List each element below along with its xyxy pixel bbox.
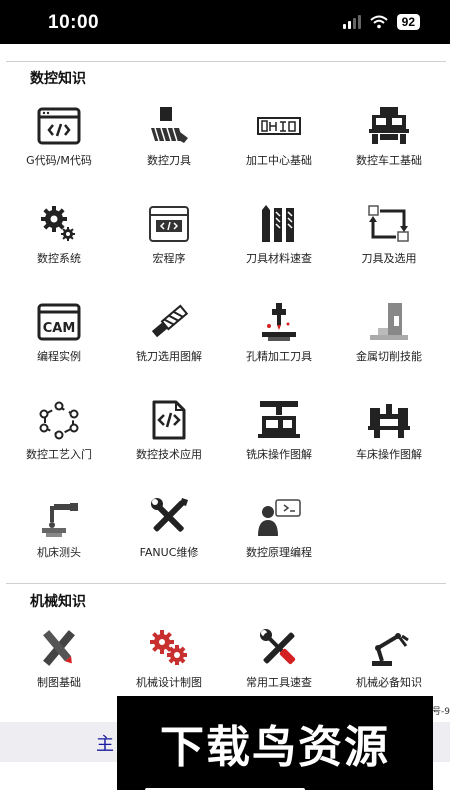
grid-item-label: 车床操作图解 <box>356 448 422 461</box>
grid-item-label: 数控刀具 <box>147 154 191 167</box>
grid-item-fanuc-repair[interactable]: FANUC维修 <box>114 498 224 596</box>
cam-window-icon: CAM <box>36 302 82 342</box>
grid-item-drafting-basics[interactable]: 制图基础 <box>4 628 114 726</box>
signal-icon <box>342 15 361 29</box>
grid-item-label: 刀具材料速查 <box>246 252 312 265</box>
grid-item-label: 常用工具速查 <box>246 676 312 689</box>
grid-item-label: 铣刀选用图解 <box>136 350 202 363</box>
grid-item-metal-cutting[interactable]: 金属切削技能 <box>334 302 444 400</box>
grid-item-machine-probe[interactable]: 机床测头 <box>4 498 114 596</box>
grid-item-label: 铣床操作图解 <box>246 448 312 461</box>
grid-item-label: 孔精加工刀具 <box>246 350 312 363</box>
home-indicator[interactable] <box>145 788 305 792</box>
engineer-icon <box>256 498 302 538</box>
end-mill-icon <box>146 302 192 342</box>
grid-item-cnc-system[interactable]: 数控系统 <box>4 204 114 302</box>
section-divider <box>6 583 446 584</box>
grid-item-label: 机械必备知识 <box>356 676 422 689</box>
grid-item-programming-examples[interactable]: CAM 编程实例 <box>4 302 114 400</box>
code-document-icon <box>146 400 192 440</box>
battery-icon: 92 <box>396 14 420 30</box>
macro-window-icon <box>146 204 192 244</box>
grid-item-cnc-lathe-basics[interactable]: 数控车工基础 <box>334 106 444 204</box>
grid-item-cnc-tech-application[interactable]: 数控技术应用 <box>114 400 224 498</box>
grid-item-label: 制图基础 <box>37 676 81 689</box>
grid-item-cnc-principles[interactable]: 数控原理编程 <box>224 498 334 596</box>
grid-item-label: 机械设计制图 <box>136 676 202 689</box>
grid-item-machining-center[interactable]: 加工中心基础 <box>224 106 334 204</box>
grid-item-label: 宏程序 <box>152 252 186 265</box>
status-time: 10:00 <box>48 12 100 33</box>
grid-item-label: 数控车工基础 <box>356 154 422 167</box>
svg-text:CAM: CAM <box>43 321 76 336</box>
grid-item-gcode[interactable]: G代码/M代码 <box>4 106 114 204</box>
grid-item-tool-selection[interactable]: 刀具及选用 <box>334 204 444 302</box>
section-divider <box>6 61 446 62</box>
grid-item-cnc-process-intro[interactable]: 数控工艺入门 <box>4 400 114 498</box>
section-title-mechanical: 机械知识 <box>30 594 86 610</box>
grid-item-label: 数控技术应用 <box>136 448 202 461</box>
grid-item-lathe-operation[interactable]: 车床操作图解 <box>334 400 444 498</box>
grid-item-label: 编程实例 <box>37 350 81 363</box>
red-gears-icon <box>146 628 192 668</box>
status-icons: 92 <box>342 14 420 30</box>
tool-materials-icon <box>256 204 302 244</box>
grid-item-label: 数控工艺入门 <box>26 448 92 461</box>
grid-item-label: 金属切削技能 <box>356 350 422 363</box>
cnc-grid: G代码/M代码 数控刀具 加工中心基础 数控车工基础 数控系统 宏程序 刀具材料… <box>0 106 450 596</box>
drafting-tools-icon <box>36 628 82 668</box>
cutting-tool-icon <box>146 106 192 146</box>
metal-cutting-icon <box>366 302 412 342</box>
grid-item-label: FANUC维修 <box>139 546 199 559</box>
tool-selection-icon <box>366 204 412 244</box>
watermark-text: 下载鸟资源 <box>160 722 390 773</box>
side-note: 号-9 <box>432 707 450 717</box>
tab-home[interactable]: 主 <box>96 730 114 756</box>
cnc-lathe-icon <box>366 106 412 146</box>
grid-item-hole-finishing-tools[interactable]: 孔精加工刀具 <box>224 302 334 400</box>
grid-item-label: 机床测头 <box>37 546 81 559</box>
grid-item-label: 刀具及选用 <box>361 252 417 265</box>
grid-item-label: 数控系统 <box>37 252 81 265</box>
wifi-icon <box>369 15 388 29</box>
status-bar: 10:00 92 <box>0 0 450 44</box>
code-window-icon <box>36 106 82 146</box>
grid-item-tool-materials[interactable]: 刀具材料速查 <box>224 204 334 302</box>
probe-icon <box>36 498 82 538</box>
grid-item-label: 数控原理编程 <box>246 546 312 559</box>
lathe-icon <box>366 400 412 440</box>
grid-item-macro-program[interactable]: 宏程序 <box>114 204 224 302</box>
tools-cross-icon <box>256 628 302 668</box>
robot-arm-icon <box>366 628 412 668</box>
watermark-banner: 下载鸟资源 <box>117 696 433 790</box>
gears-icon <box>36 204 82 244</box>
grid-item-cnc-tools[interactable]: 数控刀具 <box>114 106 224 204</box>
machining-center-icon <box>256 106 302 146</box>
milling-machine-icon <box>256 400 302 440</box>
grid-item-label: G代码/M代码 <box>26 154 92 167</box>
drill-press-icon <box>256 302 302 342</box>
grid-item-label: 加工中心基础 <box>246 154 312 167</box>
section-title-cnc: 数控知识 <box>30 71 86 87</box>
grid-item-end-mill[interactable]: 铣刀选用图解 <box>114 302 224 400</box>
wrench-screwdriver-icon <box>146 498 192 538</box>
process-cycle-icon <box>36 400 82 440</box>
grid-item-milling-operation[interactable]: 铣床操作图解 <box>224 400 334 498</box>
